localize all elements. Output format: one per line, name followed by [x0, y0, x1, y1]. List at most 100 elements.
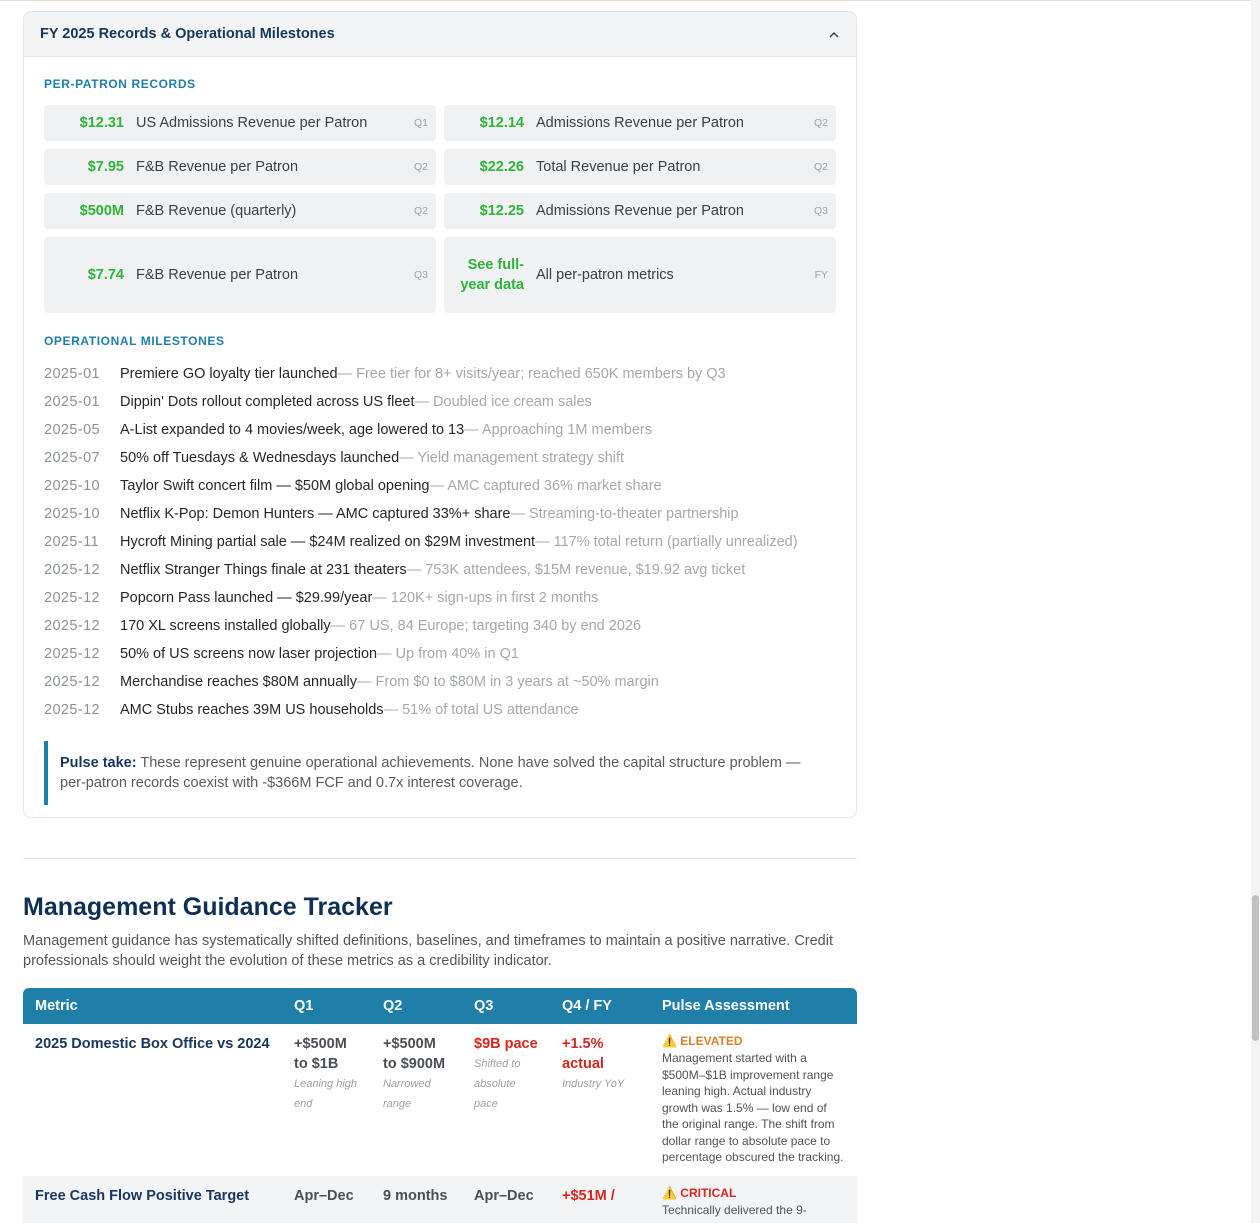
milestone-date: 2025-12 — [44, 618, 101, 634]
pulse-take-callout: Pulse take: These represent genuine oper… — [44, 741, 836, 805]
q2-value: +$500M to $900M — [383, 1036, 446, 1072]
milestone-note: — Doubled ice cream sales — [414, 394, 592, 410]
pulse-assessment: Management started with a $500M–$1B impr… — [662, 1051, 844, 1164]
operational-milestones-label: OPERATIONAL MILESTONES — [44, 334, 225, 348]
see-full-year-link[interactable]: See full-year data — [452, 255, 524, 295]
milestone-title: Premiere GO loyalty tier launched — [120, 366, 338, 382]
milestone-note: — Approaching 1M members — [464, 422, 652, 438]
record-item: $12.31 US Admissions Revenue per Patron … — [44, 105, 436, 141]
record-quarter: Q2 — [813, 117, 828, 129]
record-item: $12.14 Admissions Revenue per Patron Q2 — [444, 105, 836, 141]
milestone-note: — 117% total return (partially unrealize… — [535, 534, 798, 550]
record-label: US Admissions Revenue per Patron — [136, 115, 368, 131]
milestone-note: — Up from 40% in Q1 — [377, 646, 519, 662]
scrollbar-thumb[interactable] — [1252, 895, 1259, 1041]
milestone-title: Netflix Stranger Things finale at 231 th… — [120, 562, 407, 578]
milestone-item: 2025-12 50% of US screens now laser proje… — [44, 640, 836, 668]
column-header: Q2 — [371, 988, 462, 1024]
record-quarter: Q3 — [413, 269, 428, 281]
milestone-date: 2025-11 — [44, 534, 99, 550]
column-header: Q1 — [282, 988, 371, 1024]
milestones-list: 2025-01 Premiere GO loyalty tier launched… — [44, 360, 836, 724]
q1-value: +$500M to $1B — [294, 1036, 347, 1072]
status-badge: ⚠️ ELEVATED — [662, 1034, 743, 1048]
record-label: Admissions Revenue per Patron — [536, 115, 744, 131]
milestone-item: 2025-12 Netflix Stranger Things finale at… — [44, 556, 836, 584]
record-label: Total Revenue per Patron — [536, 159, 701, 175]
records-card-header[interactable]: FY 2025 Records & Operational Milestones — [24, 12, 856, 57]
page-scrollbar[interactable] — [1251, 0, 1260, 1223]
pulse-assessment: Technically delivered the 9- — [662, 1202, 807, 1217]
q4-note: Industry YoY — [562, 1078, 625, 1090]
milestone-note: — 120K+ sign-ups in first 2 months — [372, 590, 599, 606]
milestone-note: — Streaming-to-theater partnership — [510, 506, 739, 522]
chevron-up-icon[interactable] — [828, 28, 840, 40]
record-value: $12.31 — [79, 115, 124, 131]
milestone-title: Taylor Swift concert film — $50M global … — [120, 478, 430, 494]
milestone-date: 2025-10 — [44, 506, 101, 522]
record-value: $22.26 — [479, 159, 524, 175]
q1-note: Leaning high end — [294, 1078, 358, 1110]
column-header: Metric — [23, 988, 282, 1024]
milestone-item: 2025-10 Taylor Swift concert film — $50M … — [44, 472, 836, 500]
column-header: Q3 — [462, 988, 550, 1024]
milestone-title: Netflix K-Pop: Demon Hunters — AMC captu… — [120, 506, 511, 522]
milestone-item: 2025-12 Merchandise reaches $80M annually… — [44, 668, 836, 696]
q3-value: $9B pace — [474, 1036, 538, 1052]
per-patron-records-label: PER-PATRON RECORDS — [44, 77, 196, 91]
record-label: All per-patron metrics — [536, 267, 674, 283]
record-item: $22.26 Total Revenue per Patron Q2 — [444, 149, 836, 185]
record-quarter: Q2 — [413, 205, 428, 217]
milestone-date: 2025-05 — [44, 422, 101, 438]
record-item: $7.95 F&B Revenue per Patron Q2 — [44, 149, 436, 185]
milestone-note: — 51% of total US attendance — [383, 702, 579, 718]
milestone-date: 2025-01 — [44, 394, 101, 410]
q2-value: 9 months — [383, 1187, 448, 1204]
record-label: F&B Revenue (quarterly) — [136, 203, 297, 219]
milestone-title: AMC Stubs reaches 39M US households — [120, 702, 384, 718]
per-patron-records-grid: $12.31 US Admissions Revenue per Patron … — [44, 105, 836, 313]
milestone-item: 2025-12 170 XL screens installed globally… — [44, 612, 836, 640]
milestone-title: 50% of US screens now laser projection — [120, 646, 378, 662]
milestone-note: — AMC captured 36% market share — [429, 478, 662, 494]
metric-name: 2025 Domestic Box Office vs 2024 — [35, 1036, 270, 1052]
section-divider — [23, 858, 857, 859]
q4-value: +$51M / — [562, 1187, 615, 1204]
metric-name: Free Cash Flow Positive Target — [35, 1187, 250, 1204]
milestone-date: 2025-12 — [44, 702, 101, 718]
milestone-title: Dippin' Dots rollout completed across US… — [120, 394, 415, 410]
column-header: Q4 / FY — [550, 988, 650, 1024]
milestone-date: 2025-12 — [44, 646, 101, 662]
q3-note: Shifted to absolute pace — [474, 1058, 521, 1110]
record-value: $500M — [79, 203, 124, 219]
record-quarter: Q3 — [813, 205, 828, 217]
record-item: $500M F&B Revenue (quarterly) Q2 — [44, 193, 436, 229]
milestone-item: 2025-11 Hycroft Mining partial sale — $24… — [44, 528, 836, 556]
tracker-intro: Management guidance has systematically s… — [23, 933, 833, 969]
q1-value: Apr–Dec — [294, 1187, 354, 1204]
milestone-note: — Free tier for 8+ visits/year; reached … — [337, 366, 726, 382]
column-header: Pulse Assessment — [650, 988, 857, 1024]
q4-value: +1.5% actual — [562, 1036, 604, 1072]
milestone-item: 2025-05 A-List expanded to 4 movies/week,… — [44, 416, 836, 444]
records-card-title: FY 2025 Records & Operational Milestones — [40, 26, 335, 42]
record-value: $7.74 — [87, 267, 124, 283]
record-quarter: Q2 — [813, 161, 828, 173]
milestone-title: Merchandise reaches $80M annually — [120, 674, 357, 690]
q2-note: Narrowed range — [383, 1078, 431, 1110]
milestone-item: 2025-01 Premiere GO loyalty tier launched… — [44, 360, 836, 388]
milestone-item: 2025-07 50% off Tuesdays & Wednesdays lau… — [44, 444, 836, 472]
record-item: $12.25 Admissions Revenue per Patron Q3 — [444, 193, 836, 229]
full-year-record-link[interactable]: See full-year data All per-patron metric… — [444, 237, 836, 313]
table-row: 2025 Domestic Box Office vs 2024 +$500M … — [23, 1024, 857, 1176]
milestone-date: 2025-12 — [44, 562, 101, 578]
status-badge: ⚠️ CRITICAL — [662, 1185, 737, 1200]
record-label: F&B Revenue per Patron — [136, 267, 299, 283]
warning-icon: ⚠️ — [662, 1034, 681, 1048]
pulse-take-text: These represent genuine operational achi… — [60, 755, 801, 791]
record-quarter: Q1 — [413, 117, 428, 129]
milestone-date: 2025-12 — [44, 590, 101, 606]
record-quarter: Q2 — [413, 161, 428, 173]
milestone-title: 50% off Tuesdays & Wednesdays launched — [120, 450, 400, 466]
milestone-date: 2025-01 — [44, 366, 101, 382]
